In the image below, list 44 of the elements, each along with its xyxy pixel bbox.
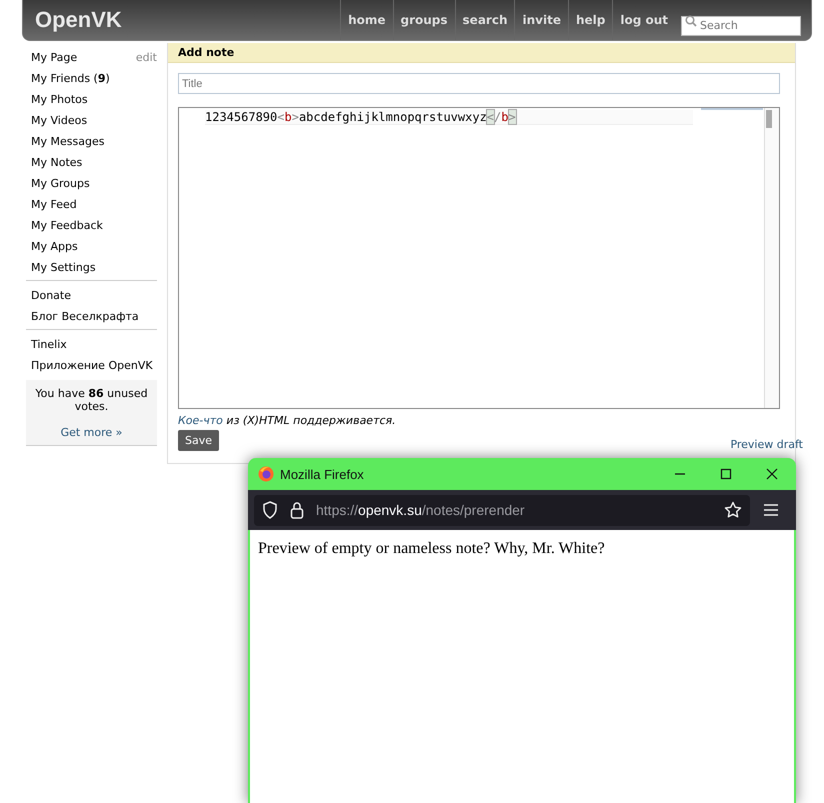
nav-link[interactable]: groups xyxy=(392,0,455,40)
maximize-icon[interactable] xyxy=(720,468,732,480)
window-title: Mozilla Firefox xyxy=(280,466,364,482)
star-icon[interactable] xyxy=(724,501,742,519)
search-field[interactable]: Search xyxy=(681,16,801,36)
nav-link[interactable]: help xyxy=(568,0,612,40)
sidebar-link[interactable]: My Page xyxy=(31,51,78,64)
nav-link[interactable]: home xyxy=(340,0,392,40)
sidebar-link[interactable]: My Notes xyxy=(31,156,82,169)
nav-link[interactable]: invite xyxy=(514,0,568,40)
edit-link[interactable]: edit xyxy=(136,51,157,64)
sidebar-link[interactable]: My Messages xyxy=(31,135,104,148)
nav-link[interactable]: log out xyxy=(612,0,675,40)
get-more-link[interactable]: Get more » xyxy=(60,426,122,439)
title-field[interactable]: Title xyxy=(178,73,780,94)
browser-icon xyxy=(258,466,274,482)
lock-icon xyxy=(290,501,304,519)
menu-icon[interactable] xyxy=(764,504,778,516)
address-bar[interactable]: https://openvk.su/notes/prerender xyxy=(254,494,750,526)
preview-text: Preview of empty or nameless note? Why, Mr. White? xyxy=(258,540,606,558)
panel-heading: Add note xyxy=(168,43,795,63)
sidebar-link[interactable]: My Feedback xyxy=(31,219,103,232)
sidebar-link[interactable]: My Groups xyxy=(31,177,90,190)
sidebar-link[interactable]: My Photos xyxy=(31,93,88,106)
url-text: https://openvk.su/notes/prerender xyxy=(316,502,525,518)
hint-text: Кое-что из (X)HTML поддерживается. xyxy=(178,414,397,427)
nav-link[interactable]: search xyxy=(454,0,514,40)
sidebar-link[interactable]: Блог Веселкрафта xyxy=(31,310,139,323)
preview-link[interactable]: Preview draft xyxy=(730,438,803,451)
close-icon[interactable] xyxy=(766,468,778,480)
sidebar-link[interactable]: My Friends (9) xyxy=(31,72,110,85)
shield-icon xyxy=(262,501,278,519)
sidebar-link[interactable]: My Feed xyxy=(31,198,77,211)
save-button[interactable]: Save xyxy=(178,430,220,451)
sidebar-link[interactable]: My Videos xyxy=(31,114,88,127)
sidebar-link[interactable]: Tinelix xyxy=(31,338,67,351)
sidebar-link[interactable]: My Apps xyxy=(31,240,78,253)
logo[interactable]: OpenVK xyxy=(35,7,122,33)
hint-link[interactable]: Кое-что xyxy=(178,414,223,427)
sidebar-link[interactable]: Приложение OpenVK xyxy=(31,359,153,372)
sidebar-link[interactable]: My Settings xyxy=(31,261,96,274)
votes-text: You have 86 unused votes. xyxy=(34,387,149,413)
code-editor[interactable]: 1234567890<b>abcdefghijklmnopqrstuvwxyz</b> xyxy=(178,107,780,409)
sidebar-link[interactable]: Donate xyxy=(31,289,71,302)
